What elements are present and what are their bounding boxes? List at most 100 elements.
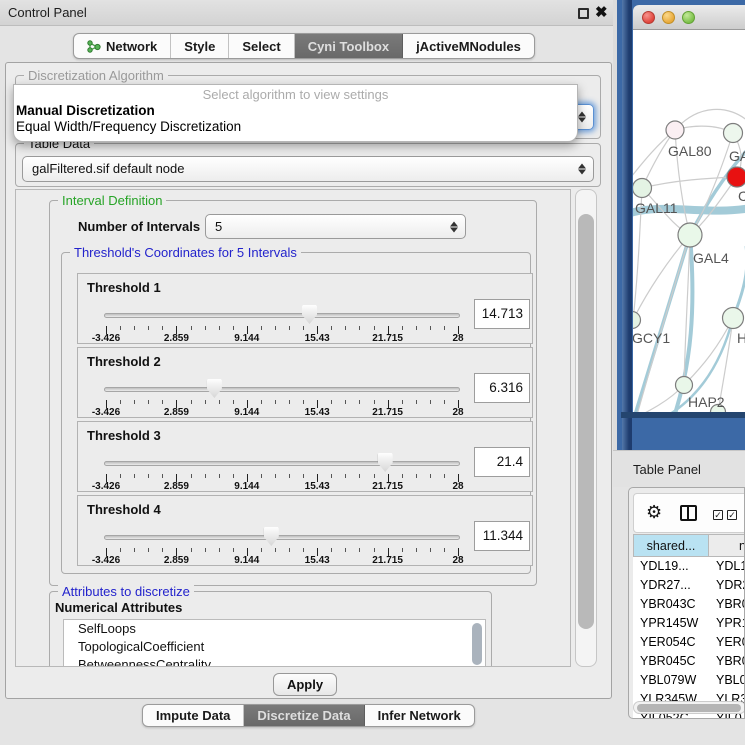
tab-network[interactable]: Network xyxy=(74,34,171,58)
float-window-icon[interactable] xyxy=(578,8,589,19)
table-row[interactable]: YDL19...YDL1 xyxy=(633,557,745,576)
thresholds-group: Threshold's Coordinates for 5 Intervals … xyxy=(61,252,531,574)
network-node-HAP2[interactable] xyxy=(676,377,693,394)
select-none-checkbox-icon[interactable]: ✓ xyxy=(727,510,737,520)
table-cell: YER054C xyxy=(633,633,709,652)
threshold-value-field[interactable]: 11.344 xyxy=(474,521,530,551)
table-toolbar: ⚙ ✓ ✓ xyxy=(633,493,745,533)
popup-item[interactable]: Manual Discretization xyxy=(14,103,577,119)
group-title: Attributes to discretize xyxy=(58,584,194,599)
table-row[interactable]: YPR145WYPR1 xyxy=(633,614,745,633)
network-canvas[interactable]: GAL80GACGAL11GAL4GCY1HHAP2 xyxy=(633,30,745,412)
tick-label: 9.144 xyxy=(234,481,259,492)
network-node-red-node[interactable] xyxy=(727,167,745,187)
threshold-label: Threshold 1 xyxy=(87,280,161,295)
tab-label: jActiveMNodules xyxy=(416,39,521,54)
slider-track[interactable] xyxy=(104,535,460,540)
table-cell: YBR0 xyxy=(709,595,745,614)
slider-handle[interactable] xyxy=(207,379,222,398)
tab-label: Cyni Toolbox xyxy=(308,39,389,54)
table-header-row: shared...na xyxy=(633,534,745,557)
threshold-value-field[interactable]: 6.316 xyxy=(474,373,530,403)
table-data-combobox[interactable]: galFiltered.sif default node xyxy=(22,156,594,182)
node-label: GAL4 xyxy=(693,250,729,266)
slider-track[interactable] xyxy=(104,461,460,466)
column-header-1[interactable]: shared... xyxy=(633,534,709,557)
table-cell: YBL079W xyxy=(633,671,709,690)
tab-discretize-data[interactable]: Discretize Data xyxy=(244,705,364,726)
table-row[interactable]: YBL079WYBL0 xyxy=(633,671,745,690)
tab-impute-data[interactable]: Impute Data xyxy=(143,705,244,726)
table-cell: YDL19... xyxy=(633,557,709,576)
node-label: GAL80 xyxy=(668,143,712,159)
apply-button[interactable]: Apply xyxy=(273,673,337,696)
tick-label: -3.426 xyxy=(92,555,120,566)
network-icon xyxy=(87,39,101,54)
table-cell: YBR043C xyxy=(633,595,709,614)
table-horizontal-scrollbar[interactable] xyxy=(633,701,745,714)
tab-style[interactable]: Style xyxy=(171,34,229,58)
slider-handle[interactable] xyxy=(302,305,317,324)
table-row[interactable]: YDR27...YDR2 xyxy=(633,576,745,595)
tick-label: 28 xyxy=(452,555,463,566)
tab-label: Style xyxy=(184,39,215,54)
tab-label: Discretize Data xyxy=(257,708,350,723)
list-item[interactable]: BetweennessCentrality xyxy=(64,656,485,667)
slider-handle[interactable] xyxy=(264,527,279,546)
list-scrollbar[interactable] xyxy=(472,623,482,665)
table-row[interactable]: YBR045CYBR0 xyxy=(633,652,745,671)
tab-jactivemnodules[interactable]: jActiveMNodules xyxy=(403,34,534,58)
tick-label: 9.144 xyxy=(234,555,259,566)
number-of-intervals-combobox[interactable]: 5 xyxy=(205,214,466,239)
number-of-intervals-label: Number of Intervals xyxy=(78,219,200,234)
threshold-value-field[interactable]: 21.4 xyxy=(474,447,530,477)
close-traffic-light-icon[interactable] xyxy=(642,11,655,24)
zoom-traffic-light-icon[interactable] xyxy=(682,11,695,24)
tick-label: -3.426 xyxy=(92,481,120,492)
table-cell: YBL0 xyxy=(709,671,745,690)
tab-select[interactable]: Select xyxy=(229,34,294,58)
control-panel: Control Panel ✖ NetworkStyleSelectCyni T… xyxy=(0,0,617,745)
group-title: Interval Definition xyxy=(58,193,166,208)
tick-label: 15.43 xyxy=(305,555,330,566)
network-node-GCY1[interactable] xyxy=(633,312,641,329)
table-cell: YER0 xyxy=(709,633,745,652)
threshold-value-field[interactable]: 14.713 xyxy=(474,299,530,329)
numerical-attributes-list[interactable]: SelfLoopsTopologicalCoefficientBetweenne… xyxy=(63,619,486,667)
network-node-GAL4[interactable] xyxy=(678,223,702,247)
table-panel-title: Table Panel xyxy=(633,462,701,477)
slider-handle[interactable] xyxy=(378,453,393,472)
select-all-checkbox-icon[interactable]: ✓ xyxy=(713,510,723,520)
list-item[interactable]: SelfLoops xyxy=(64,620,485,638)
group-title: Threshold's Coordinates for 5 Intervals xyxy=(70,245,301,260)
threshold-panel: Threshold 4-3.4262.8599.14415.4321.71528… xyxy=(77,495,533,566)
tab-cyni-toolbox[interactable]: Cyni Toolbox xyxy=(295,34,403,58)
close-icon[interactable]: ✖ xyxy=(595,3,608,21)
popup-item[interactable]: Equal Width/Frequency Discretization xyxy=(14,119,577,135)
table-row[interactable]: YER054CYER0 xyxy=(633,633,745,652)
slider-track[interactable] xyxy=(104,387,460,392)
column-header-2[interactable]: na xyxy=(709,534,745,557)
network-window-titlebar[interactable] xyxy=(633,5,745,30)
panel-vertical-scrollbar[interactable] xyxy=(575,189,597,667)
list-item[interactable]: TopologicalCoefficient xyxy=(64,638,485,656)
combo-stepper-icon xyxy=(578,164,586,175)
node-label: GAL11 xyxy=(635,200,678,216)
tab-label: Select xyxy=(242,39,280,54)
gear-icon[interactable]: ⚙ xyxy=(646,502,662,523)
columns-icon[interactable] xyxy=(680,505,697,521)
top-tab-bar: Network Style Select Cyni Toolbox jActiveMNo… xyxy=(73,33,535,59)
table-row[interactable]: YBR043CYBR0 xyxy=(633,595,745,614)
numerical-attributes-label: Numerical Attributes xyxy=(55,600,182,615)
table-panel: ⚙ ✓ ✓ shared...na YDL19...YDL1YDR27...YD… xyxy=(628,487,745,719)
tick-label: 9.144 xyxy=(234,407,259,418)
tab-infer-network[interactable]: Infer Network xyxy=(365,705,474,726)
network-node-node-top-right[interactable] xyxy=(724,124,743,143)
minimize-traffic-light-icon[interactable] xyxy=(662,11,675,24)
network-node-node-h[interactable] xyxy=(723,308,744,329)
slider-track[interactable] xyxy=(104,313,460,318)
tick-label: 21.715 xyxy=(372,481,403,492)
network-node-GAL11[interactable] xyxy=(633,179,652,198)
cyni-toolbox-panel: Discretization Algorithm Table Data galF… xyxy=(5,62,612,699)
network-node-GAL80[interactable] xyxy=(666,121,684,139)
